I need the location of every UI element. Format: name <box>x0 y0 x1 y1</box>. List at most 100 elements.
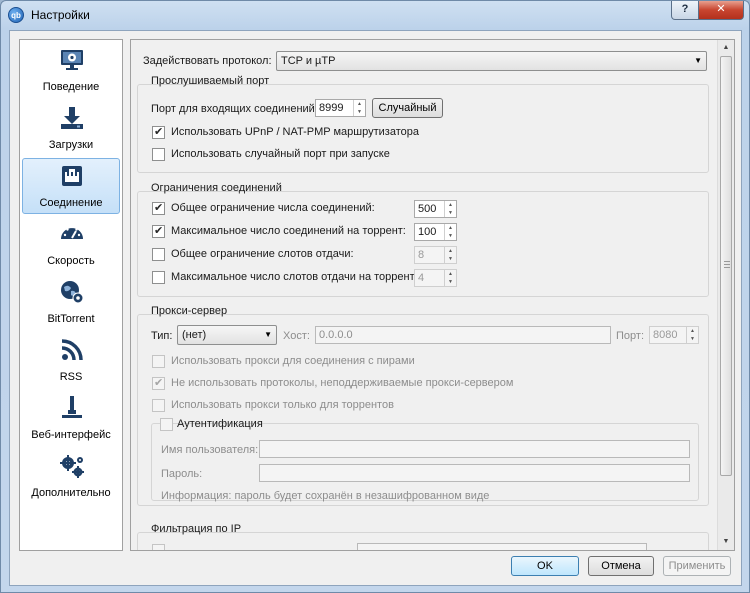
spin-down-icon[interactable]: ▼ <box>354 108 365 116</box>
proxy-disable-unsupported-label: Не использовать протоколы, неподдерживае… <box>171 377 514 389</box>
per-torrent-connections-value: 100 <box>418 226 437 238</box>
content-scrollbar[interactable]: ▲ ▼ <box>717 40 734 550</box>
random-port-on-start-checkbox[interactable] <box>152 148 165 161</box>
per-torrent-upload-slots-value: 4 <box>418 272 425 284</box>
spin-down-icon[interactable]: ▼ <box>687 335 698 343</box>
proxy-password-input[interactable] <box>259 464 690 482</box>
global-connections-input[interactable]: 500 ▲ ▼ <box>414 200 457 218</box>
scroll-up-icon[interactable]: ▲ <box>718 40 734 56</box>
spin-down-icon[interactable]: ▼ <box>445 278 456 286</box>
per-torrent-upload-slots-input[interactable]: 4 ▲ ▼ <box>414 269 457 287</box>
proxy-username-input[interactable] <box>259 440 690 458</box>
scrollbar-thumb[interactable] <box>720 56 732 476</box>
spin-down-icon[interactable]: ▼ <box>445 209 456 217</box>
proxy-type-label: Тип: <box>151 330 173 342</box>
spin-up-icon[interactable]: ▲ <box>687 327 698 335</box>
sidebar-item-speed[interactable]: Скорость <box>22 216 120 272</box>
proxy-type-select[interactable]: (нет) ▼ <box>177 325 277 345</box>
proxy-password-label: Пароль: <box>161 468 203 480</box>
window-title: Настройки <box>31 8 90 22</box>
global-connections-checkbox[interactable] <box>152 201 165 215</box>
spin-down-icon[interactable]: ▼ <box>445 255 456 263</box>
spin-up-icon[interactable]: ▲ <box>445 224 456 232</box>
apply-button[interactable]: Применить <box>663 556 731 576</box>
proxy-host-input[interactable]: 0.0.0.0 <box>315 326 611 344</box>
scroll-down-icon[interactable]: ▼ <box>718 534 734 550</box>
spin-up-icon[interactable]: ▲ <box>445 201 456 209</box>
sidebar-item-label: Дополнительно <box>31 487 111 499</box>
dialog-client-area: Поведение Загрузки Соединение Скорость B… <box>9 30 742 586</box>
proxy-torrents-only-checkbox[interactable] <box>152 399 165 412</box>
proxy-username-label: Имя пользователя: <box>161 444 259 456</box>
sidebar-item-label: BitTorrent <box>47 313 95 325</box>
global-upload-slots-input[interactable]: 8 ▲ ▼ <box>414 246 457 264</box>
per-torrent-connections-checkbox[interactable] <box>152 224 165 238</box>
title-bar[interactable]: qb Настройки ? ✕ <box>1 1 749 29</box>
proxy-peer-connections-label: Использовать прокси для соединения с пир… <box>171 355 415 367</box>
sidebar-item-advanced[interactable]: Дополнительно <box>22 448 120 504</box>
sidebar-item-label: Загрузки <box>48 139 94 151</box>
random-port-button[interactable]: Случайный <box>372 98 443 118</box>
spinner-buttons[interactable]: ▲ ▼ <box>686 327 698 343</box>
rss-icon <box>61 339 83 361</box>
listening-port-title: Прослушиваемый порт <box>151 75 270 87</box>
per-torrent-connections-label: Максимальное число соединений на торрент… <box>171 225 406 237</box>
proxy-port-input[interactable]: 8080 ▲ ▼ <box>649 326 699 344</box>
proxy-disable-unsupported-checkbox[interactable] <box>152 376 165 390</box>
global-upload-slots-value: 8 <box>418 249 425 261</box>
scrollbar-grip-icon <box>724 261 730 269</box>
ok-button[interactable]: OK <box>511 556 579 576</box>
gears-icon <box>60 455 84 478</box>
ip-filter-checkbox[interactable] <box>152 544 165 550</box>
settings-window: qb Настройки ? ✕ Поведение Загрузки Соед… <box>0 0 750 593</box>
spinner-buttons[interactable]: ▲ ▼ <box>444 247 456 263</box>
global-connections-label: Общее ограничение числа соединений: <box>171 202 375 214</box>
per-torrent-connections-input[interactable]: 100 ▲ ▼ <box>414 223 457 241</box>
proxy-auth-checkbox[interactable] <box>160 418 173 431</box>
incoming-port-value: 8999 <box>319 102 344 114</box>
spin-down-icon[interactable]: ▼ <box>445 232 456 240</box>
proxy-host-label: Хост: <box>283 330 310 342</box>
protocol-select[interactable]: TCP и µTP ▼ <box>276 51 707 71</box>
network-icon <box>62 166 82 186</box>
protocol-select-value: TCP и µTP <box>281 55 336 67</box>
ip-filter-title: Фильтрация по IP <box>151 523 242 535</box>
spinner-buttons[interactable]: ▲ ▼ <box>444 270 456 286</box>
proxy-peer-connections-checkbox[interactable] <box>152 355 165 368</box>
incoming-port-input[interactable]: 8999 ▲ ▼ <box>315 99 366 117</box>
chevron-down-icon: ▼ <box>264 330 272 339</box>
spinner-buttons[interactable]: ▲ ▼ <box>444 224 456 240</box>
close-button[interactable]: ✕ <box>698 1 744 20</box>
sidebar-item-bittorrent[interactable]: BitTorrent <box>22 274 120 330</box>
per-torrent-upload-slots-label: Максимальное число слотов отдачи на торр… <box>171 271 418 283</box>
sidebar-item-rss[interactable]: RSS <box>22 332 120 388</box>
spin-up-icon[interactable]: ▲ <box>445 247 456 255</box>
help-button[interactable]: ? <box>671 1 699 20</box>
random-port-on-start-label: Использовать случайный порт при запуске <box>171 148 390 160</box>
sidebar-item-label: Соединение <box>39 197 103 209</box>
upnp-label: Использовать UPnP / NAT-PMP маршрутизато… <box>171 126 419 138</box>
per-torrent-upload-slots-checkbox[interactable] <box>152 271 165 284</box>
ip-filter-path-input[interactable] <box>357 543 647 550</box>
port-spinner-buttons[interactable]: ▲ ▼ <box>353 100 365 116</box>
sidebar-item-behavior[interactable]: Поведение <box>22 42 120 98</box>
sidebar-item-web-ui[interactable]: Веб-интерфейс <box>22 390 120 446</box>
spinner-buttons[interactable]: ▲ ▼ <box>444 201 456 217</box>
proxy-type-value: (нет) <box>182 329 207 341</box>
proxy-torrents-only-label: Использовать прокси только для торрентов <box>171 399 394 411</box>
proxy-title: Прокси-сервер <box>151 305 228 317</box>
sidebar-item-downloads[interactable]: Загрузки <box>22 100 120 156</box>
monitor-gear-icon <box>61 50 83 70</box>
proxy-password-info: Информация: пароль будет сохранён в неза… <box>161 490 490 502</box>
sidebar-item-connection[interactable]: Соединение <box>22 158 120 214</box>
global-upload-slots-checkbox[interactable] <box>152 248 165 261</box>
sidebar-item-label: Веб-интерфейс <box>31 429 111 441</box>
qbittorrent-logo-icon: qb <box>8 7 24 23</box>
cancel-button[interactable]: Отмена <box>588 556 654 576</box>
spin-up-icon[interactable]: ▲ <box>354 100 365 108</box>
spin-up-icon[interactable]: ▲ <box>445 270 456 278</box>
download-icon <box>61 107 83 129</box>
upnp-checkbox[interactable] <box>152 125 165 139</box>
global-connections-value: 500 <box>418 203 437 215</box>
proxy-port-value: 8080 <box>653 329 678 341</box>
